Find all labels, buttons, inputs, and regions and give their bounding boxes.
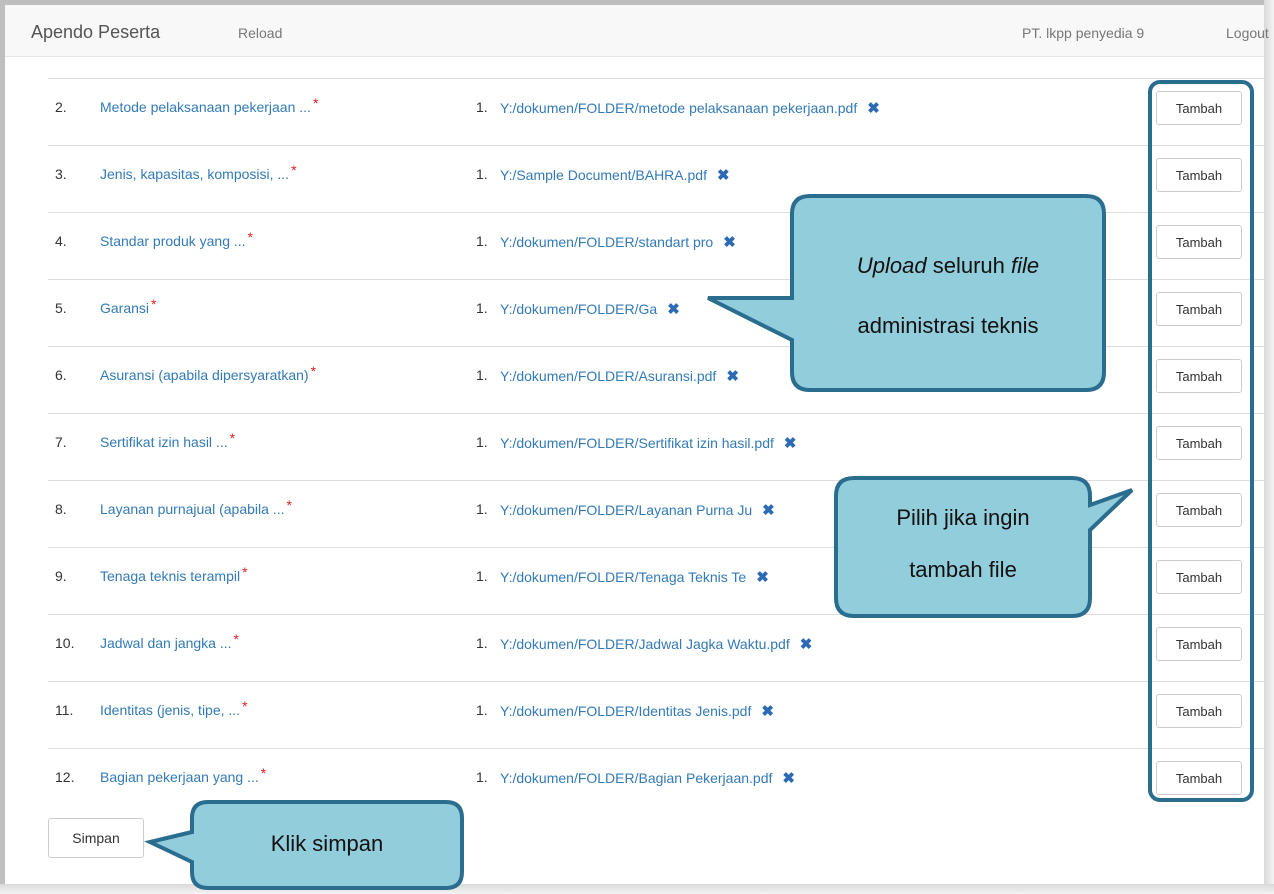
- upload-callout-text: Upload seluruh file administrasi teknis: [792, 236, 1104, 356]
- tambah-callout-line2: tambah file: [909, 557, 1017, 582]
- tambah-callout-text: Pilih jika ingin tambah file: [836, 492, 1090, 596]
- callout-shapes: [144, 194, 1134, 890]
- simpan-callout-text: Klik simpan: [270, 831, 384, 856]
- upload-callout-mid: seluruh: [926, 253, 1011, 278]
- upload-callout-italic-1: Upload: [856, 253, 927, 278]
- upload-callout-line2: administrasi teknis: [857, 313, 1039, 338]
- upload-callout-italic-2: file: [1010, 253, 1040, 278]
- tambah-callout-line1: Pilih jika ingin: [896, 505, 1030, 530]
